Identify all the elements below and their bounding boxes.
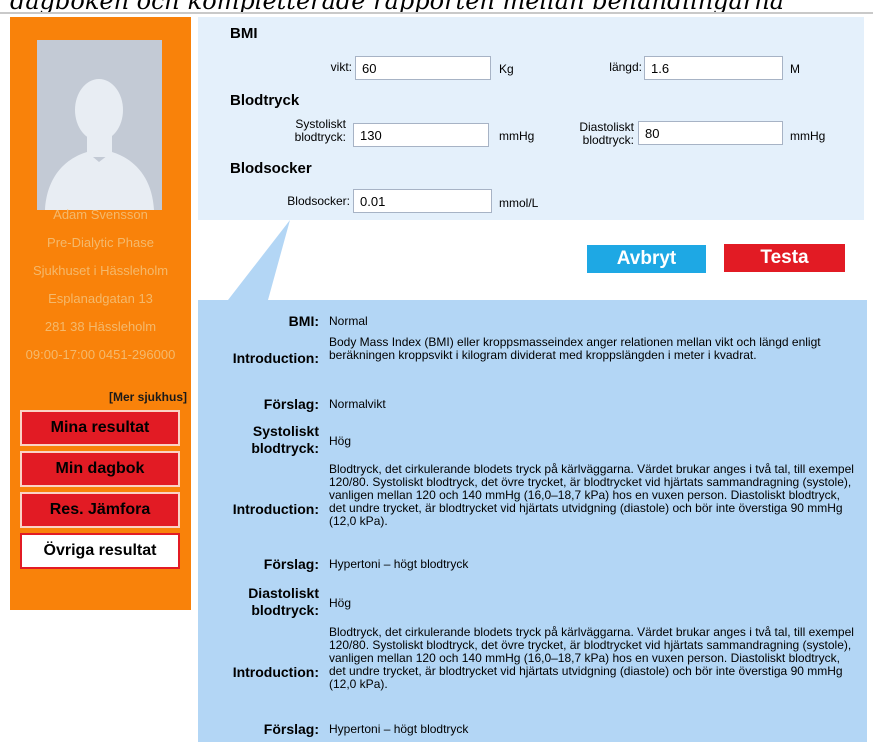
systolic-label: Systoliskt blodtryck: <box>258 118 346 144</box>
weight-input[interactable] <box>355 56 491 80</box>
more-hospitals-link[interactable]: [Mer sjukhus] <box>10 390 187 404</box>
result-diastolic-label-line2: blodtryck: <box>251 602 319 618</box>
result-bp-intro-text: Blodtryck, det cirkulerande blodets tryc… <box>329 462 854 528</box>
result-diastolic-label: Diastoliskt blodtryck: <box>248 585 319 619</box>
patient-phase: Pre-Dialytic Phase <box>47 235 154 250</box>
hospital-hours-phone: 09:00-17:00 0451-296000 <box>25 347 176 362</box>
result-bmi-label: BMI: <box>288 313 319 329</box>
result-bmi-intro-label: Introduction: <box>232 350 319 366</box>
weight-label: vikt: <box>330 60 352 74</box>
result-pointer <box>228 220 290 300</box>
diastolic-label-line2: blodtryck: <box>582 133 634 147</box>
height-unit: M <box>790 62 800 76</box>
blood-sugar-input[interactable] <box>353 189 492 213</box>
result-bmi-intro-text: Body Mass Index (BMI) eller kroppsmassei… <box>329 335 821 362</box>
bmi-section-title: BMI <box>230 25 258 42</box>
hospital-name: Sjukhuset i Hässleholm <box>32 263 169 278</box>
result-bmi-value: Normal <box>329 314 368 328</box>
result-dia-intro-label: Introduction: <box>232 664 319 680</box>
nav-my-diary[interactable]: Min dagbok <box>20 451 180 487</box>
result-bp-intro-label: Introduction: <box>232 501 319 517</box>
patient-sidebar: Adam Svensson Pre-Dialytic Phase Sjukhus… <box>10 17 191 610</box>
diastolic-unit: mmHg <box>790 129 826 143</box>
blood-sugar-unit: mmol/L <box>499 196 539 210</box>
diastolic-label: Diastoliskt blodtryck: <box>548 121 634 147</box>
nav-compare-results[interactable]: Res. Jämfora <box>20 492 180 528</box>
height-label: längd: <box>609 60 642 74</box>
systolic-input[interactable] <box>353 123 489 147</box>
avatar-placeholder-icon <box>37 40 162 210</box>
result-systolic-label-line1: Systoliskt <box>252 423 319 439</box>
hospital-street: Esplanadgatan 13 <box>48 291 153 306</box>
measurement-form: BMI vikt: Kg längd: M Blodtryck Systolis… <box>198 17 864 220</box>
result-diastolic-suggest-text: Hypertoni – högt blodtryck <box>329 722 469 736</box>
blood-sugar-section-title: Blodsocker <box>230 160 312 177</box>
result-bmi-suggest-text: Normalvikt <box>329 397 386 411</box>
nav-other-results[interactable]: Övriga resultat <box>20 533 180 569</box>
bp-section-title: Blodtryck <box>230 92 300 109</box>
result-systolic-label-line2: blodtryck: <box>251 440 319 456</box>
result-bmi-suggest-label: Förslag: <box>263 396 319 412</box>
test-button[interactable]: Testa <box>724 244 845 272</box>
weight-unit: Kg <box>499 62 514 76</box>
nav-my-results[interactable]: Mina resultat <box>20 410 180 446</box>
results-panel: BMI: Normal Introduction: Body Mass Inde… <box>198 300 867 742</box>
result-systolic-suggest-text: Hypertoni – högt blodtryck <box>329 557 469 571</box>
height-input[interactable] <box>644 56 783 80</box>
result-systolic-value: Hög <box>329 434 352 448</box>
result-systolic-suggest-label: Förslag: <box>263 556 319 572</box>
cancel-button[interactable]: Avbryt <box>587 245 706 273</box>
systolic-unit: mmHg <box>499 129 535 143</box>
patient-name: Adam Svensson <box>53 207 148 222</box>
result-diastolic-suggest-label: Förslag: <box>263 721 319 737</box>
diastolic-input[interactable] <box>638 121 783 145</box>
result-diastolic-value: Hög <box>329 596 352 610</box>
hospital-postal: 281 38 Hässleholm <box>44 319 157 334</box>
blood-sugar-label: Blodsocker: <box>287 194 350 208</box>
result-systolic-label: Systoliskt blodtryck: <box>251 423 319 457</box>
header-divider <box>0 12 873 14</box>
result-diastolic-label-line1: Diastoliskt <box>248 585 319 601</box>
systolic-label-line2: blodtryck: <box>294 130 346 144</box>
result-dia-intro-text: Blodtryck, det cirkulerande blodets tryc… <box>329 625 854 691</box>
